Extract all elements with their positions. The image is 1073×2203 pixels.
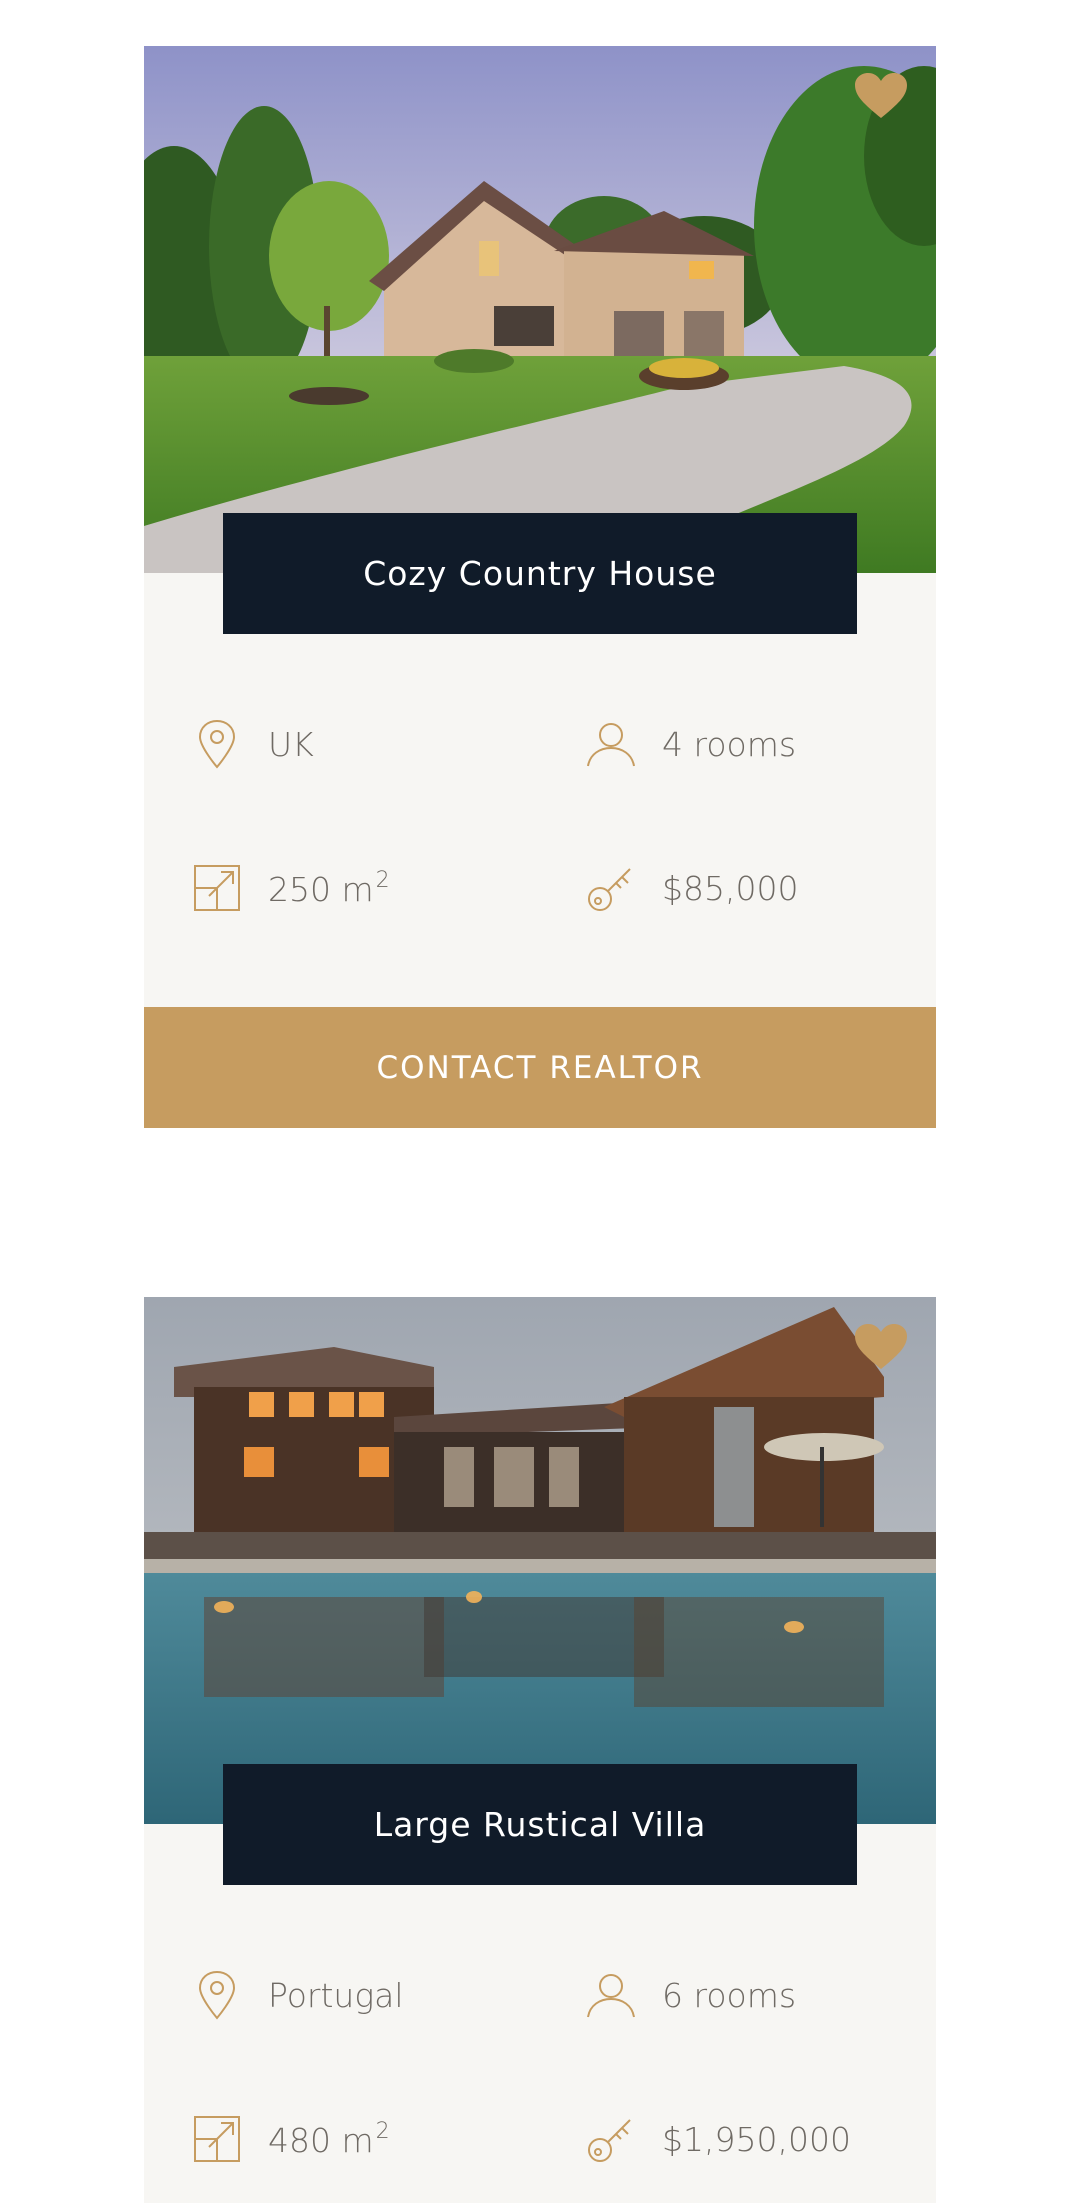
listings-page: Cozy Country House UK 4 rooms 250 m2 $85… [0,0,1073,2203]
rooms-label: 4 rooms [662,724,797,764]
villa-photo [144,1297,936,1824]
favorite-button[interactable] [854,1323,908,1371]
key-icon [586,2113,636,2165]
rooms-feature: 6 rooms [586,1969,796,2021]
contact-realtor-button[interactable]: CONTACT REALTOR [144,1007,936,1128]
listing-card: Large Rustical Villa Portugal 6 rooms 48… [144,1297,936,2203]
price-feature: $85,000 [586,862,798,914]
house-photo [144,46,936,573]
location-feature: UK [192,718,314,770]
location-label: Portugal [268,1975,404,2015]
rooms-label: 6 rooms [662,1975,797,2015]
area-label: 480 m2 [268,2118,390,2160]
map-pin-icon [192,1969,242,2021]
price-feature: $1,950,000 [586,2113,851,2165]
key-icon [586,862,636,914]
price-label: $85,000 [662,868,799,908]
favorite-button[interactable] [854,72,908,120]
price-label: $1,950,000 [662,2119,851,2159]
area-feature: 250 m2 [192,862,390,914]
area-label: 250 m2 [268,867,390,909]
person-icon [586,718,636,770]
heart-icon [855,1324,907,1369]
area-feature: 480 m2 [192,2113,390,2165]
location-feature: Portugal [192,1969,404,2021]
listing-title: Cozy Country House [223,513,857,634]
area-expand-icon [192,862,242,914]
map-pin-icon [192,718,242,770]
person-icon [586,1969,636,2021]
area-expand-icon [192,2113,242,2165]
rooms-feature: 4 rooms [586,718,796,770]
heart-icon [855,73,907,118]
location-label: UK [268,724,314,764]
listing-title: Large Rustical Villa [223,1764,857,1885]
listing-card: Cozy Country House UK 4 rooms 250 m2 $85… [144,46,936,1128]
